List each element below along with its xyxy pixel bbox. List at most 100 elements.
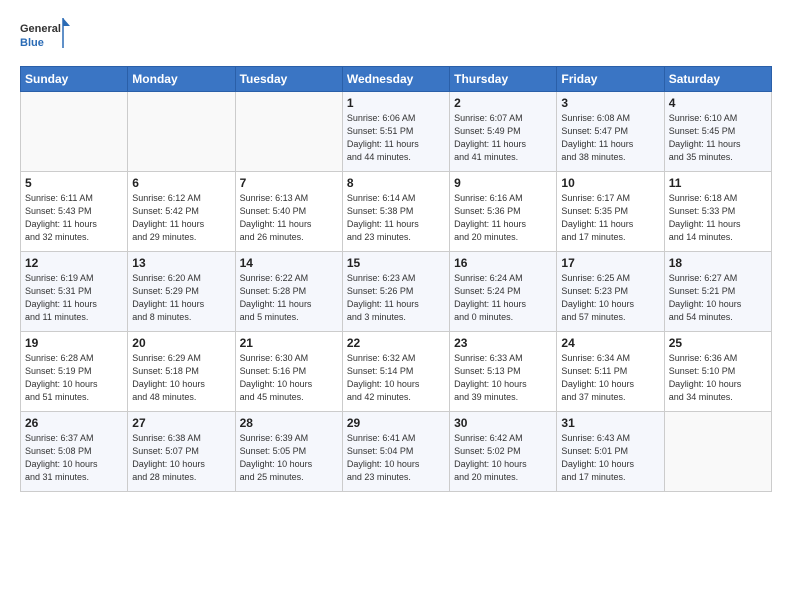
calendar-cell: 30Sunrise: 6:42 AM Sunset: 5:02 PM Dayli…	[450, 412, 557, 492]
day-number: 20	[132, 336, 230, 350]
header-row: SundayMondayTuesdayWednesdayThursdayFrid…	[21, 67, 772, 92]
calendar-cell: 21 Sunrise: 6:30 AM Sunset: 5:16 PM Dayli…	[235, 332, 342, 412]
week-row-5: 26 Sunrise: 6:37 AM Sunset: 5:08 PM Dayli…	[21, 412, 772, 492]
day-info: Sunrise: 6:24 AM Sunset: 5:24 PM Dayligh…	[454, 272, 552, 324]
day-info: Sunrise: 6:25 AM Sunset: 5:23 PM Dayligh…	[561, 272, 659, 324]
col-header-wednesday: Wednesday	[342, 67, 449, 92]
day-number: 19	[25, 336, 123, 350]
day-info: Sunrise: 6:37 AM Sunset: 5:08 PM Dayligh…	[25, 432, 123, 484]
calendar-cell: 11 Sunrise: 6:18 AM Sunset: 5:33 PM Dayli…	[664, 172, 771, 252]
day-number: 16	[454, 256, 552, 270]
day-info: Sunrise: 6:43 AM Sunset: 5:01 PM Dayligh…	[561, 432, 659, 484]
day-info: Sunrise: 6:27 AM Sunset: 5:21 PM Dayligh…	[669, 272, 767, 324]
calendar-cell: 27 Sunrise: 6:38 AM Sunset: 5:07 PM Dayli…	[128, 412, 235, 492]
calendar-cell: 25 Sunrise: 6:36 AM Sunset: 5:10 PM Dayli…	[664, 332, 771, 412]
day-number: 1	[347, 96, 445, 110]
calendar-cell: 13 Sunrise: 6:20 AM Sunset: 5:29 PM Dayli…	[128, 252, 235, 332]
day-number: 7	[240, 176, 338, 190]
day-number: 25	[669, 336, 767, 350]
col-header-friday: Friday	[557, 67, 664, 92]
calendar-cell: 8Sunrise: 6:14 AM Sunset: 5:38 PM Daylig…	[342, 172, 449, 252]
week-row-1: 1Sunrise: 6:06 AM Sunset: 5:51 PM Daylig…	[21, 92, 772, 172]
calendar-cell: 7Sunrise: 6:13 AM Sunset: 5:40 PM Daylig…	[235, 172, 342, 252]
day-info: Sunrise: 6:19 AM Sunset: 5:31 PM Dayligh…	[25, 272, 123, 324]
svg-text:Blue: Blue	[20, 37, 44, 49]
day-info: Sunrise: 6:20 AM Sunset: 5:29 PM Dayligh…	[132, 272, 230, 324]
calendar-cell: 20 Sunrise: 6:29 AM Sunset: 5:18 PM Dayli…	[128, 332, 235, 412]
day-info: Sunrise: 6:42 AM Sunset: 5:02 PM Dayligh…	[454, 432, 552, 484]
calendar-cell: 1Sunrise: 6:06 AM Sunset: 5:51 PM Daylig…	[342, 92, 449, 172]
calendar-cell	[21, 92, 128, 172]
calendar-cell: 17 Sunrise: 6:25 AM Sunset: 5:23 PM Dayli…	[557, 252, 664, 332]
day-info: Sunrise: 6:12 AM Sunset: 5:42 PM Dayligh…	[132, 192, 230, 244]
week-row-3: 12Sunrise: 6:19 AM Sunset: 5:31 PM Dayli…	[21, 252, 772, 332]
day-number: 3	[561, 96, 659, 110]
header: General Blue	[20, 16, 772, 54]
day-number: 4	[669, 96, 767, 110]
day-number: 6	[132, 176, 230, 190]
day-number: 2	[454, 96, 552, 110]
day-info: Sunrise: 6:36 AM Sunset: 5:10 PM Dayligh…	[669, 352, 767, 404]
day-info: Sunrise: 6:29 AM Sunset: 5:18 PM Dayligh…	[132, 352, 230, 404]
day-info: Sunrise: 6:32 AM Sunset: 5:14 PM Dayligh…	[347, 352, 445, 404]
day-number: 29	[347, 416, 445, 430]
day-info: Sunrise: 6:39 AM Sunset: 5:05 PM Dayligh…	[240, 432, 338, 484]
day-info: Sunrise: 6:08 AM Sunset: 5:47 PM Dayligh…	[561, 112, 659, 164]
day-info: Sunrise: 6:11 AM Sunset: 5:43 PM Dayligh…	[25, 192, 123, 244]
day-number: 11	[669, 176, 767, 190]
day-number: 18	[669, 256, 767, 270]
day-number: 26	[25, 416, 123, 430]
day-info: Sunrise: 6:22 AM Sunset: 5:28 PM Dayligh…	[240, 272, 338, 324]
logo: General Blue	[20, 16, 70, 54]
calendar-cell: 12Sunrise: 6:19 AM Sunset: 5:31 PM Dayli…	[21, 252, 128, 332]
day-number: 27	[132, 416, 230, 430]
day-info: Sunrise: 6:41 AM Sunset: 5:04 PM Dayligh…	[347, 432, 445, 484]
day-number: 15	[347, 256, 445, 270]
day-info: Sunrise: 6:38 AM Sunset: 5:07 PM Dayligh…	[132, 432, 230, 484]
calendar-cell: 2Sunrise: 6:07 AM Sunset: 5:49 PM Daylig…	[450, 92, 557, 172]
calendar-cell	[235, 92, 342, 172]
day-number: 28	[240, 416, 338, 430]
calendar-cell: 26 Sunrise: 6:37 AM Sunset: 5:08 PM Dayli…	[21, 412, 128, 492]
logo-svg: General Blue	[20, 16, 70, 54]
day-number: 13	[132, 256, 230, 270]
col-header-sunday: Sunday	[21, 67, 128, 92]
day-number: 21	[240, 336, 338, 350]
calendar-cell: 5 Sunrise: 6:11 AM Sunset: 5:43 PM Daylig…	[21, 172, 128, 252]
day-number: 24	[561, 336, 659, 350]
calendar-cell: 4Sunrise: 6:10 AM Sunset: 5:45 PM Daylig…	[664, 92, 771, 172]
calendar-table: SundayMondayTuesdayWednesdayThursdayFrid…	[20, 66, 772, 492]
calendar-cell: 23 Sunrise: 6:33 AM Sunset: 5:13 PM Dayli…	[450, 332, 557, 412]
day-number: 17	[561, 256, 659, 270]
calendar-cell	[128, 92, 235, 172]
day-number: 5	[25, 176, 123, 190]
calendar-cell: 14 Sunrise: 6:22 AM Sunset: 5:28 PM Dayli…	[235, 252, 342, 332]
calendar-cell: 18 Sunrise: 6:27 AM Sunset: 5:21 PM Dayli…	[664, 252, 771, 332]
day-number: 9	[454, 176, 552, 190]
col-header-tuesday: Tuesday	[235, 67, 342, 92]
col-header-monday: Monday	[128, 67, 235, 92]
day-info: Sunrise: 6:30 AM Sunset: 5:16 PM Dayligh…	[240, 352, 338, 404]
calendar-cell: 31 Sunrise: 6:43 AM Sunset: 5:01 PM Dayli…	[557, 412, 664, 492]
day-number: 22	[347, 336, 445, 350]
calendar-cell: 28 Sunrise: 6:39 AM Sunset: 5:05 PM Dayli…	[235, 412, 342, 492]
day-info: Sunrise: 6:17 AM Sunset: 5:35 PM Dayligh…	[561, 192, 659, 244]
week-row-4: 19Sunrise: 6:28 AM Sunset: 5:19 PM Dayli…	[21, 332, 772, 412]
calendar-cell: 19Sunrise: 6:28 AM Sunset: 5:19 PM Dayli…	[21, 332, 128, 412]
calendar-cell: 24 Sunrise: 6:34 AM Sunset: 5:11 PM Dayli…	[557, 332, 664, 412]
calendar-cell: 3 Sunrise: 6:08 AM Sunset: 5:47 PM Daylig…	[557, 92, 664, 172]
calendar-cell: 6 Sunrise: 6:12 AM Sunset: 5:42 PM Daylig…	[128, 172, 235, 252]
day-info: Sunrise: 6:18 AM Sunset: 5:33 PM Dayligh…	[669, 192, 767, 244]
calendar-cell: 15Sunrise: 6:23 AM Sunset: 5:26 PM Dayli…	[342, 252, 449, 332]
calendar-cell: 29 Sunrise: 6:41 AM Sunset: 5:04 PM Dayli…	[342, 412, 449, 492]
day-number: 14	[240, 256, 338, 270]
calendar-cell: 22 Sunrise: 6:32 AM Sunset: 5:14 PM Dayli…	[342, 332, 449, 412]
day-number: 10	[561, 176, 659, 190]
col-header-saturday: Saturday	[664, 67, 771, 92]
day-number: 31	[561, 416, 659, 430]
day-info: Sunrise: 6:33 AM Sunset: 5:13 PM Dayligh…	[454, 352, 552, 404]
day-info: Sunrise: 6:34 AM Sunset: 5:11 PM Dayligh…	[561, 352, 659, 404]
calendar-cell: 9Sunrise: 6:16 AM Sunset: 5:36 PM Daylig…	[450, 172, 557, 252]
day-number: 23	[454, 336, 552, 350]
day-info: Sunrise: 6:14 AM Sunset: 5:38 PM Dayligh…	[347, 192, 445, 244]
